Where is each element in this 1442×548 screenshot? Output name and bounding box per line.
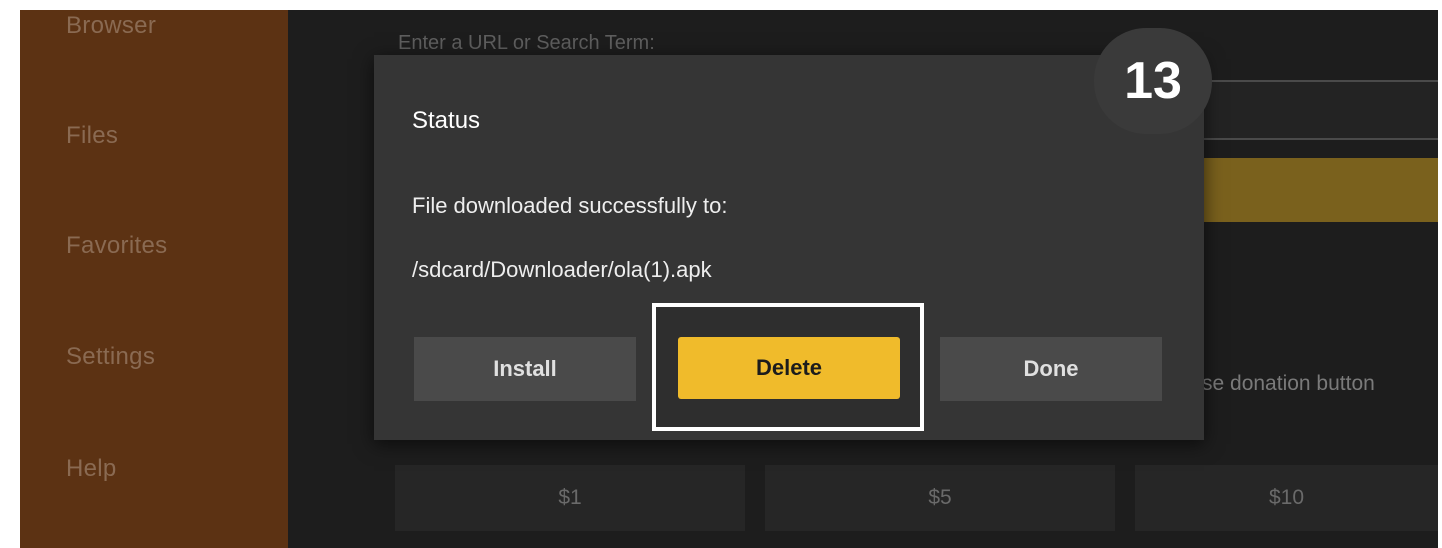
sidebar-item-favorites[interactable]: Favorites	[66, 232, 167, 260]
sidebar: Browser Files Favorites Settings Help	[20, 10, 288, 548]
donate-1-button[interactable]: $1	[395, 465, 745, 531]
app-screen: Browser Files Favorites Settings Help En…	[20, 10, 1438, 548]
dialog-title: Status	[412, 107, 481, 134]
install-button[interactable]: Install	[414, 337, 636, 401]
download-path: /sdcard/Downloader/ola(1).apk	[412, 257, 712, 282]
sidebar-item-files[interactable]: Files	[66, 122, 118, 150]
donate-10-button[interactable]: $10	[1135, 465, 1438, 531]
go-button[interactable]	[1200, 158, 1438, 222]
sidebar-item-browser[interactable]: Browser	[66, 12, 156, 40]
delete-button[interactable]: Delete	[678, 337, 900, 399]
url-input[interactable]	[1200, 80, 1438, 140]
done-button[interactable]: Done	[940, 337, 1162, 401]
step-number-badge: 13	[1094, 28, 1212, 134]
donate-5-button[interactable]: $5	[765, 465, 1115, 531]
donation-description: se donation button	[1202, 372, 1375, 395]
sidebar-item-help[interactable]: Help	[66, 455, 117, 483]
sidebar-item-settings[interactable]: Settings	[66, 343, 155, 371]
dialog-message: File downloaded successfully to:	[412, 193, 728, 218]
url-label: Enter a URL or Search Term:	[398, 32, 655, 54]
